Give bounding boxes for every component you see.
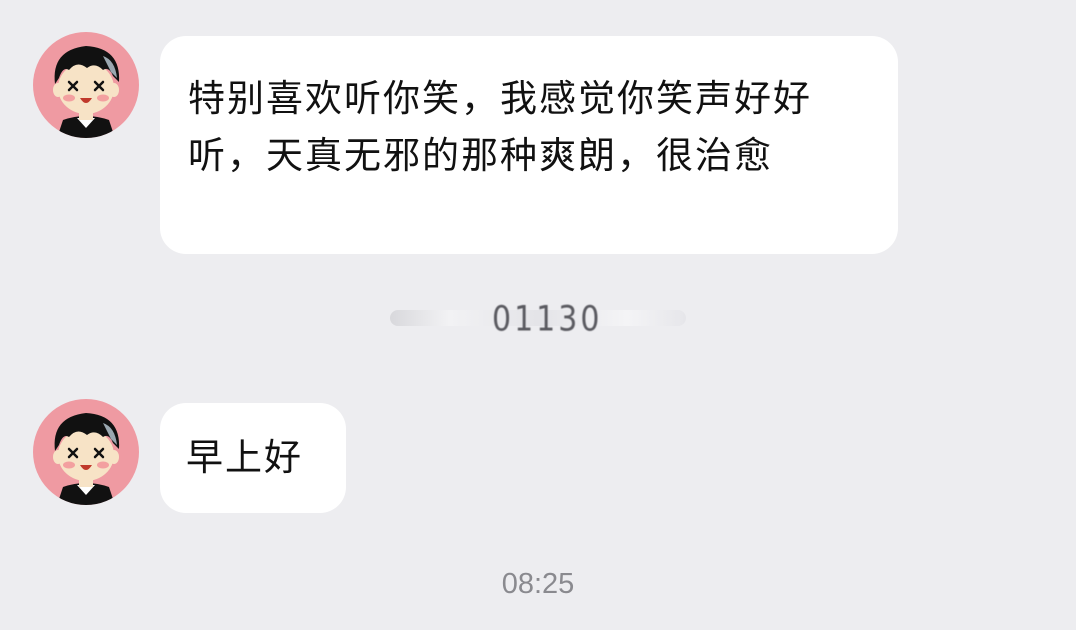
recall-notice: 01130 xyxy=(390,298,686,342)
cartoon-boy-avatar-icon[interactable] xyxy=(33,399,139,505)
message-bubble[interactable]: 早上好 xyxy=(160,403,346,513)
message-text: 早上好 xyxy=(186,436,303,479)
message-bubble[interactable]: 特别喜欢听你笑，我感觉你笑声好好听，天真无邪的那种爽朗，很治愈 xyxy=(160,36,898,254)
message-timestamp: 08:25 xyxy=(501,568,575,600)
cartoon-boy-avatar-icon[interactable] xyxy=(33,32,139,138)
message-text: 特别喜欢听你笑，我感觉你笑声好好听，天真无邪的那种爽朗，很治愈 xyxy=(188,77,812,177)
recall-notice-text: 01130 xyxy=(492,299,603,340)
